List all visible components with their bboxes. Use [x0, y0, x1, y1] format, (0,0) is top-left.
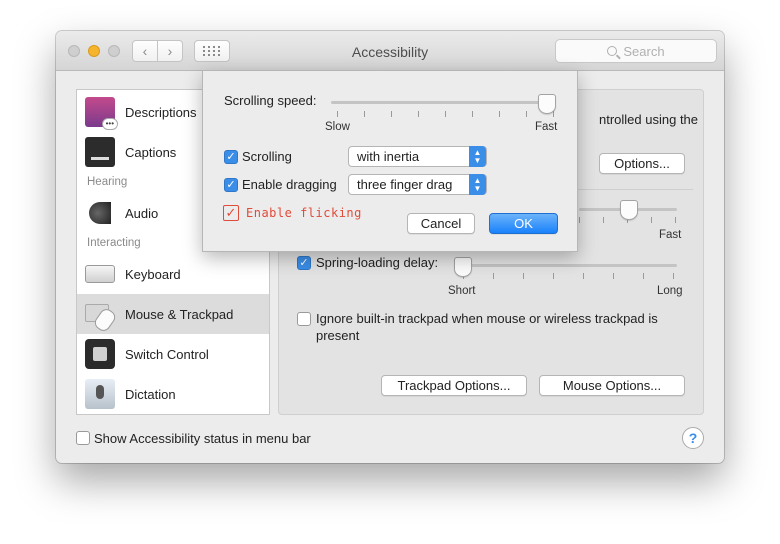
show-status-label: Show Accessibility status in menu bar — [94, 431, 311, 446]
section-hearing: Hearing — [87, 176, 128, 188]
ignore-trackpad-label: Ignore built-in trackpad when mouse or w… — [316, 311, 658, 326]
sidebar-item-label: Descriptions — [125, 104, 197, 120]
long-label: Long — [657, 285, 683, 297]
select-arrows-icon: ▲ ▼ — [469, 174, 486, 195]
spring-loading-label: Spring-loading delay: — [316, 255, 439, 270]
search-icon — [607, 46, 618, 56]
mouse-options-sheet: Scrolling speed: Slow Fast ✓ Scrolling w… — [202, 70, 578, 252]
search-placeholder: Search — [623, 43, 665, 59]
fast-label: Fast — [535, 121, 558, 133]
show-status-checkbox[interactable] — [76, 431, 90, 445]
cancel-button[interactable]: Cancel — [407, 213, 475, 234]
short-label: Short — [448, 285, 476, 297]
scrolling-label: Scrolling — [242, 149, 292, 164]
scrolling-mode-select[interactable]: with inertia ▲ ▼ — [348, 146, 487, 167]
checkmark-icon: ✓ — [226, 178, 236, 191]
sidebar-item-label: Audio — [125, 205, 159, 221]
captions-icon — [85, 137, 115, 167]
scrolling-speed-label: Scrolling speed: — [224, 93, 317, 108]
spring-loading-slider-knob[interactable] — [454, 257, 472, 277]
help-icon: ? — [688, 430, 698, 446]
search-input[interactable]: Search — [555, 39, 717, 63]
sidebar-item-label: Captions — [125, 144, 177, 160]
scrolling-mode-value: with inertia — [357, 149, 420, 164]
select-arrows-icon: ▲ ▼ — [469, 146, 486, 167]
switch-control-icon — [85, 339, 115, 369]
scrolling-checkbox[interactable]: ✓ — [224, 150, 238, 164]
enable-flicking-checkbox[interactable]: ✓ — [223, 205, 239, 221]
title-bar: ‹ › Accessibility Search — [56, 31, 724, 71]
scrolling-speed-slider-track[interactable] — [331, 101, 555, 104]
spring-loading-slider-track[interactable] — [455, 264, 677, 267]
dragging-mode-value: three finger drag — [357, 177, 453, 192]
enable-dragging-label: Enable dragging — [242, 177, 337, 192]
checkmark-icon: ✓ — [226, 150, 236, 163]
sidebar-item-mouse-trackpad[interactable]: Mouse & Trackpad — [77, 294, 269, 334]
speaker-icon — [85, 198, 115, 228]
pane-description: ntrolled using the — [599, 112, 699, 127]
keyboard-icon — [85, 265, 115, 283]
options-button[interactable]: Options... — [599, 153, 685, 174]
mouse-trackpad-icon — [85, 299, 115, 329]
sidebar-item-label: Mouse & Trackpad — [125, 306, 234, 322]
section-interacting: Interacting — [87, 237, 141, 249]
enable-flicking-label: Enable flicking — [246, 206, 362, 220]
sidebar-item-keyboard[interactable]: Keyboard — [77, 254, 269, 294]
checkmark-icon: ✓ — [225, 205, 237, 220]
speed-slider-knob[interactable] — [620, 200, 638, 220]
mouse-options-button[interactable]: Mouse Options... — [539, 375, 685, 396]
sidebar-item-label: Keyboard — [125, 266, 181, 282]
sidebar-item-label: Switch Control — [125, 346, 209, 362]
scrolling-speed-slider-knob[interactable] — [538, 94, 556, 114]
slow-label: Slow — [325, 121, 350, 133]
descriptions-icon — [85, 97, 119, 130]
sidebar-item-dictation[interactable]: Dictation — [77, 374, 269, 414]
dragging-mode-select[interactable]: three finger drag ▲ ▼ — [348, 174, 487, 195]
sidebar-item-label: Dictation — [125, 386, 176, 402]
checkmark-icon: ✓ — [299, 256, 309, 269]
ignore-trackpad-label-cont: present — [316, 328, 360, 343]
spring-loading-checkbox[interactable]: ✓ — [297, 256, 311, 270]
sidebar-item-switch-control[interactable]: Switch Control — [77, 334, 269, 374]
fast-label: Fast — [659, 229, 682, 241]
trackpad-options-button[interactable]: Trackpad Options... — [381, 375, 527, 396]
enable-dragging-checkbox[interactable]: ✓ — [224, 178, 238, 192]
microphone-icon — [85, 379, 115, 409]
ok-button[interactable]: OK — [489, 213, 558, 234]
ignore-trackpad-checkbox[interactable] — [297, 312, 311, 326]
help-button[interactable]: ? — [682, 427, 704, 449]
